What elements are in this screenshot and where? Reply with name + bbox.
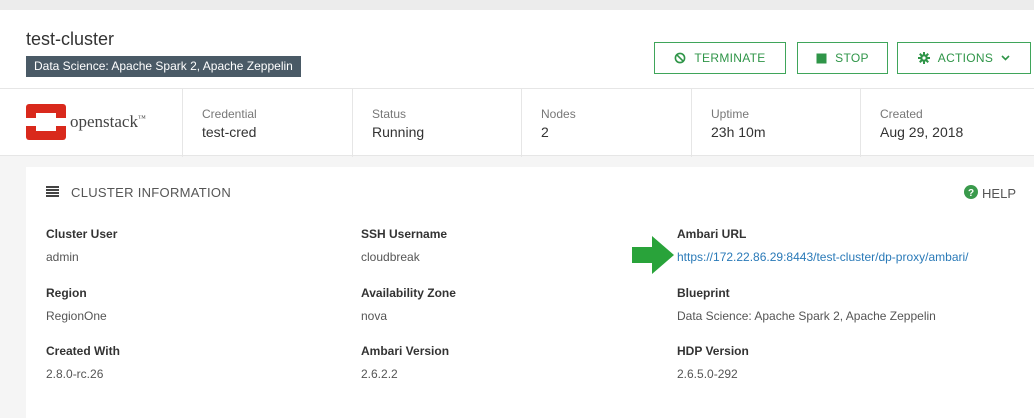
terminate-button[interactable]: TERMINATE [654,42,786,74]
help-label: HELP [982,186,1016,201]
field-created-with: Created With 2.8.0-rc.26 [46,344,120,381]
summary-status: Status Running [352,89,521,157]
stop-button[interactable]: STOP [797,42,888,74]
top-strip [0,0,1034,10]
cluster-user-label: Cluster User [46,227,118,241]
blueprint-value: Data Science: Apache Spark 2, Apache Zep… [677,309,936,323]
ambari-url-label: Ambari URL [677,227,747,241]
field-blueprint: Blueprint Data Science: Apache Spark 2, … [677,286,936,323]
svg-text:?: ? [968,188,974,199]
ban-icon [674,52,686,64]
field-cluster-user: Cluster User admin [46,227,117,264]
nodes-value: 2 [541,124,549,140]
field-availability-zone: Availability Zone nova [361,286,456,323]
ambari-version-label: Ambari Version [361,344,450,358]
created-value: Aug 29, 2018 [880,124,964,140]
summary-uptime: Uptime 23h 10m [691,89,860,157]
cluster-user-value: admin [46,250,79,264]
created-with-label: Created With [46,344,120,358]
openstack-logo-text: openstack™ [70,112,146,131]
availability-zone-label: Availability Zone [361,286,456,300]
ambari-url-link[interactable]: https://172.22.86.29:8443/test-cluster/d… [677,250,969,264]
provider-logo: openstack™ [0,89,182,157]
availability-zone-value: nova [361,309,388,323]
question-circle-icon: ? [964,185,979,202]
created-with-value: 2.8.0-rc.26 [46,367,104,381]
ssh-username-value: cloudbreak [361,250,420,264]
cluster-header: test-cluster Data Science: Apache Spark … [0,10,1034,88]
terminate-label: TERMINATE [694,51,766,65]
arrow-right-icon [632,236,674,274]
nodes-label: Nodes [541,107,576,121]
uptime-label: Uptime [711,107,750,121]
uptime-value: 23h 10m [711,124,766,140]
summary-nodes: Nodes 2 [521,89,691,157]
field-ambari-url: Ambari URL https://172.22.86.29:8443/tes… [677,227,969,264]
openstack-logo-icon [26,104,66,140]
hdp-version-label: HDP Version [677,344,749,358]
stop-label: STOP [835,51,869,65]
field-hdp-version: HDP Version 2.6.5.0-292 [677,344,749,381]
credential-value: test-cred [202,124,257,140]
gear-icon [917,52,930,64]
cluster-summary-bar: openstack™ Credential test-cred Status R… [0,88,1034,157]
field-ambari-version: Ambari Version 2.6.2.2 [361,344,449,381]
cluster-information-card: CLUSTER INFORMATION ? HELP Cluster User … [26,167,1034,418]
list-icon [46,185,59,200]
created-label: Created [880,107,923,121]
cluster-information-title: CLUSTER INFORMATION [46,185,231,200]
actions-label: ACTIONS [937,51,994,65]
help-link[interactable]: ? HELP [964,185,1016,202]
region-value: RegionOne [46,309,107,323]
ssh-username-label: SSH Username [361,227,448,241]
status-label: Status [372,107,407,121]
cluster-information-heading: CLUSTER INFORMATION [71,185,232,200]
credential-label: Credential [202,107,257,121]
summary-credential: Credential test-cred [182,89,352,157]
actions-button[interactable]: ACTIONS [897,42,1031,74]
region-label: Region [46,286,87,300]
ambari-version-value: 2.6.2.2 [361,367,398,381]
stop-square-icon [816,53,827,64]
blueprint-badge: Data Science: Apache Spark 2, Apache Zep… [26,56,301,77]
status-value: Running [372,124,425,140]
hdp-version-value: 2.6.5.0-292 [677,367,738,381]
chevron-down-icon [1001,55,1010,61]
field-region: Region RegionOne [46,286,107,323]
field-ssh-username: SSH Username cloudbreak [361,227,447,264]
summary-created: Created Aug 29, 2018 [860,89,1034,157]
blueprint-label: Blueprint [677,286,730,300]
cluster-name: test-cluster [26,29,115,49]
